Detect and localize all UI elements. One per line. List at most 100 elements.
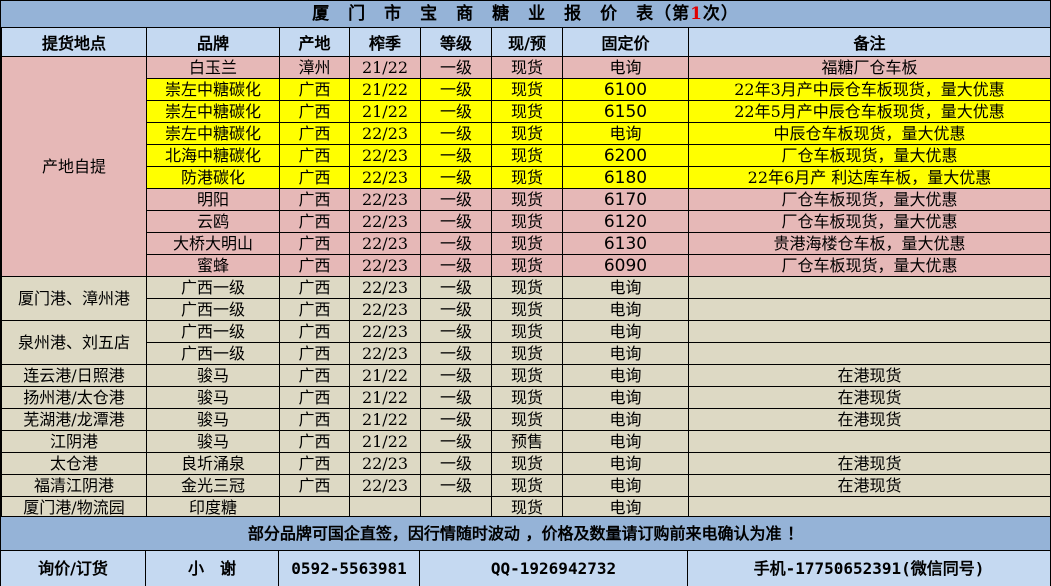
brand-cell: 骏马 (146, 364, 280, 387)
location-cell: 泉州港、刘五店 (1, 320, 147, 365)
season-cell: 22/23 (349, 166, 421, 189)
table-row: 连云港/日照港 骏马 广西 21/22 一级 现货 电询 在港现货 (1, 364, 1051, 387)
grade-cell: 一级 (420, 254, 492, 277)
table-row: 厦门港、漳州港 广西一级 广西 22/23 一级 现货 电询 (1, 276, 1051, 321)
table-row: 广西一级 广西 22/23 一级 现货 电询 (2, 298, 1051, 321)
grade-cell: 一级 (420, 78, 492, 101)
season-cell: 21/22 (349, 430, 421, 453)
origin-cell: 广西 (279, 408, 350, 431)
table-row: 崇左中糖碳化 广西 21/22 一级 现货 6150 22年5月产中辰仓车板现货，量大优惠 (2, 100, 1051, 123)
origin-cell: 广西 (279, 122, 350, 145)
brand-cell: 崇左中糖碳化 (146, 78, 280, 101)
price-cell: 电询 (562, 342, 689, 365)
title-number: 1 (690, 4, 703, 24)
status-cell: 现货 (491, 232, 563, 255)
table-row: 芜湖港/龙潭港 骏马 广西 21/22 一级 现货 电询 在港现货 (1, 408, 1051, 431)
status-cell: 现货 (491, 298, 563, 321)
price-sheet: 厦 门 市 宝 商 糖 业 报 价 表（第1次） 提货地点 品牌 产地 榨季 等… (0, 0, 1051, 586)
season-cell: 21/22 (349, 386, 421, 409)
contact-name: 小 谢 (146, 551, 279, 586)
season-cell: 22/23 (349, 188, 421, 211)
note-cell: 22年3月产中辰仓车板现货，量大优惠 (688, 78, 1051, 101)
season-cell: 21/22 (349, 78, 421, 101)
note-cell (688, 342, 1051, 365)
season-cell: 22/23 (349, 232, 421, 255)
price-cell: 电询 (562, 452, 689, 475)
price-table: 提货地点 品牌 产地 榨季 等级 现/预 固定价 备注 产地自提 白玉兰 漳州 21/… (1, 27, 1051, 519)
origin-cell: 广西 (279, 320, 350, 343)
grade-cell: 一级 (420, 276, 492, 299)
brand-cell: 广西一级 (146, 342, 280, 365)
table-row: 福清江阴港 金光三冠 广西 22/23 一级 现货 电询 在港现货 (1, 474, 1051, 497)
brand-cell: 广西一级 (146, 320, 280, 343)
location-cell: 连云港/日照港 (1, 364, 147, 387)
price-cell: 6090 (562, 254, 689, 277)
notice-banner: 部分品牌可国企直签，因行情随时波动 ，价格及数量请订购前来电确认为准 ！ (1, 516, 1050, 550)
brand-cell: 广西一级 (146, 298, 280, 321)
location-cell: 产地自提 (1, 56, 147, 277)
table-row: 泉州港、刘五店 广西一级 广西 22/23 一级 现货 电询 (1, 320, 1051, 365)
origin-cell: 广西 (279, 254, 350, 277)
status-cell: 现货 (491, 188, 563, 211)
note-cell (688, 276, 1051, 299)
price-cell: 电询 (562, 122, 689, 145)
table-row: 扬州港/太仓港 骏马 广西 21/22 一级 现货 电询 在港现货 (1, 386, 1051, 409)
grade-cell: 一级 (420, 232, 492, 255)
table-row: 云鸥 广西 22/23 一级 现货 6120 厂仓车板现货，量大优惠 (2, 210, 1051, 233)
brand-cell: 崇左中糖碳化 (146, 122, 280, 145)
status-cell: 现货 (491, 144, 563, 167)
price-cell: 6200 (562, 144, 689, 167)
header-note: 备注 (688, 27, 1051, 57)
contact-mobile[interactable]: 手机-17750652391(微信同号) (688, 551, 1050, 586)
season-cell: 22/23 (349, 254, 421, 277)
brand-cell: 北海中糖碳化 (146, 144, 280, 167)
brand-cell: 明阳 (146, 188, 280, 211)
header-origin: 产地 (279, 27, 350, 57)
origin-cell: 广西 (279, 474, 350, 497)
note-cell: 贵港海楼仓车板，量大优惠 (688, 232, 1051, 255)
table-row: 太仓港 良圻涌泉 广西 22/23 一级 现货 电询 在港现货 (1, 452, 1051, 475)
price-cell: 6120 (562, 210, 689, 233)
location-cell: 太仓港 (1, 452, 147, 475)
brand-cell: 金光三冠 (146, 474, 280, 497)
origin-cell: 广西 (279, 144, 350, 167)
origin-cell: 广西 (279, 452, 350, 475)
origin-cell: 广西 (279, 78, 350, 101)
price-cell: 电询 (562, 386, 689, 409)
brand-cell: 防港碳化 (146, 166, 280, 189)
season-cell: 22/23 (349, 210, 421, 233)
title-close: 次） (702, 4, 739, 24)
location-cell: 扬州港/太仓港 (1, 386, 147, 409)
status-cell: 预售 (491, 430, 563, 453)
price-cell: 电询 (562, 298, 689, 321)
table-row: 北海中糖碳化 广西 22/23 一级 现货 6200 厂仓车板现货，量大优惠 (2, 144, 1051, 167)
status-cell: 现货 (491, 386, 563, 409)
grade-cell: 一级 (420, 364, 492, 387)
header-grade: 等级 (420, 27, 492, 57)
table-row: 防港碳化 广西 22/23 一级 现货 6180 22年6月产 利达库车板，量大优惠 (2, 166, 1051, 189)
note-cell (688, 298, 1051, 321)
header-location: 提货地点 (1, 27, 147, 57)
grade-cell: 一级 (420, 320, 492, 343)
grade-cell: 一级 (420, 298, 492, 321)
table-row: 产地自提 白玉兰 漳州 21/22 一级 现货 电询 福糖厂仓车板 (1, 56, 1051, 277)
note-cell: 在港现货 (688, 408, 1051, 431)
contact-qq[interactable]: QQ-1926942732 (420, 551, 688, 586)
price-cell: 6180 (562, 166, 689, 189)
location-cell: 江阴港 (1, 430, 147, 453)
header-status: 现/预 (491, 27, 563, 57)
price-cell: 电询 (562, 320, 689, 343)
price-cell: 6100 (562, 78, 689, 101)
season-cell: 22/23 (349, 342, 421, 365)
price-cell: 电询 (562, 276, 689, 299)
origin-cell: 广西 (279, 232, 350, 255)
location-cell: 芜湖港/龙潭港 (1, 408, 147, 431)
note-cell: 中辰仓车板现货，量大优惠 (688, 122, 1051, 145)
season-cell: 22/23 (349, 474, 421, 497)
contact-phone[interactable]: 0592-5563981 (279, 551, 420, 586)
contact-bar: 询价/订货 小 谢 0592-5563981 QQ-1926942732 手机-… (1, 550, 1050, 586)
brand-cell: 广西一级 (146, 276, 280, 299)
note-cell: 22年6月产 利达库车板，量大优惠 (688, 166, 1051, 189)
note-cell: 22年5月产中辰仓车板现货，量大优惠 (688, 100, 1051, 123)
note-cell: 福糖厂仓车板 (688, 56, 1051, 79)
